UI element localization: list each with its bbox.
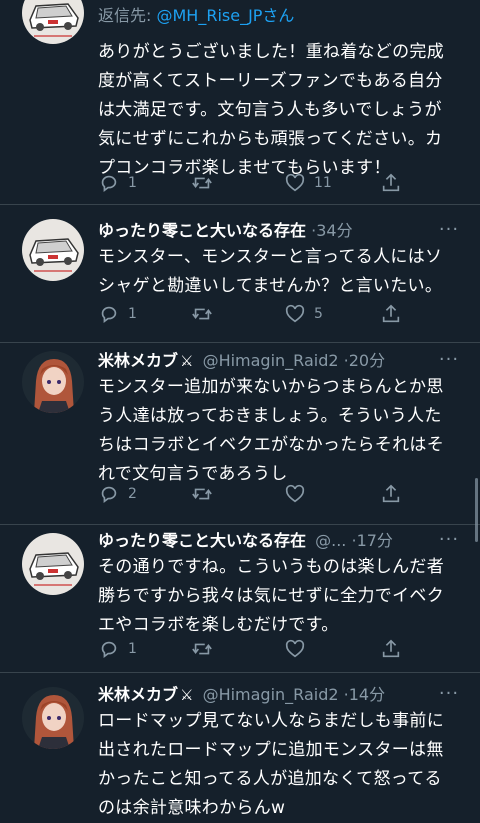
share-icon <box>382 304 400 323</box>
like-count: 5 <box>314 306 323 322</box>
heart-icon <box>285 484 305 503</box>
share-icon <box>382 484 400 503</box>
reply-to-mention-link[interactable]: @MH_Rise_JPさん <box>156 6 294 25</box>
tweet-text: モンスター追加が来ないからつまらんとか思 う人達は放っておきましょう。そういう人… <box>98 373 466 489</box>
avatar[interactable] <box>22 687 84 749</box>
retweet-button[interactable] <box>190 637 214 661</box>
tweet-actions: 2 <box>98 482 418 506</box>
reply-icon <box>101 175 117 192</box>
like-button[interactable]: 5 <box>284 302 323 326</box>
tweet-header: 米林メカブ ⚔ @Himagin_Raid2 ·14分 <box>98 683 430 707</box>
like-count: 11 <box>314 175 332 191</box>
avatar[interactable] <box>22 533 84 595</box>
reply-icon <box>101 486 117 503</box>
retweet-icon <box>192 488 212 500</box>
more-options-button[interactable]: ··· <box>436 685 462 707</box>
timestamp[interactable]: 14分 <box>349 685 385 704</box>
reply-button[interactable]: 1 <box>98 637 137 661</box>
tweet[interactable]: 米林メカブ ⚔ @Himagin_Raid2 ·20分 ··· モンスター追加が来… <box>0 343 480 525</box>
reply-icon <box>101 641 117 658</box>
avatar[interactable] <box>22 219 84 281</box>
tweet-text-line: シャゲと勘違いしてませんか？と言いたい。 <box>98 276 443 296</box>
reply-icon <box>101 306 117 323</box>
tweet-text-line: は大満足です。文句言う人も多いでしょうが <box>98 100 442 120</box>
display-name[interactable]: ゆったり零こと大いなる存在 <box>98 531 306 550</box>
share-button[interactable] <box>380 637 402 661</box>
reply-count: 1 <box>128 175 137 191</box>
reply-count: 2 <box>128 486 137 502</box>
reply-count: 1 <box>128 306 137 322</box>
tweet-text-line: う人達は放っておきましょう。そういう人た <box>98 406 442 426</box>
more-options-button[interactable]: ··· <box>436 351 462 373</box>
retweet-button[interactable] <box>190 482 214 506</box>
reply-button[interactable]: 1 <box>98 302 137 326</box>
reply-button[interactable]: 1 <box>98 171 137 195</box>
tweet-text: その通りですね。こういうものは楽しんだ者 勝ちですから我々は気にせずに全力でイベ… <box>98 553 466 640</box>
share-button[interactable] <box>380 171 402 195</box>
tweet-header: ゆったり零こと大いなる存在 @... ·17分 <box>98 529 430 553</box>
tweet-text-line: ありがとうございました！重ね着などの完成 <box>98 42 444 62</box>
retweet-icon <box>192 177 212 189</box>
tweet-text-line: モンスター追加が来ないからつまらんとか思 <box>98 377 444 397</box>
tweet-text-line: 気にせずにこれからも頑張ってください。カ <box>98 129 443 149</box>
share-button[interactable] <box>380 302 402 326</box>
reply-to-line: 返信先: @MH_Rise_JPさん <box>98 4 466 28</box>
like-button[interactable] <box>284 637 306 661</box>
tweet-text-line: 度が高くてストーリーズファンでもある自分 <box>98 71 443 91</box>
heart-icon <box>285 173 305 192</box>
tweet-text: ロードマップ見てない人ならまだしも事前に 出されたロードマップに追加モンスターは… <box>98 707 466 823</box>
user-handle[interactable]: @Himagin_Raid2 <box>203 685 339 704</box>
sword-icon: ⚔ <box>180 352 194 370</box>
tweet-text: ありがとうございました！重ね着などの完成 度が高くてストーリーズファンでもある自… <box>98 38 466 183</box>
share-button[interactable] <box>380 482 402 506</box>
tweet[interactable]: ゆったり零こと大いなる存在 ·34分 ··· モンスター、モンスターと言ってる人… <box>0 205 480 343</box>
user-handle[interactable]: @Himagin_Raid2 <box>203 351 339 370</box>
user-handle[interactable]: @... <box>315 531 346 550</box>
heart-icon <box>285 639 305 658</box>
tweet-header: ゆったり零こと大いなる存在 ·34分 <box>98 219 430 243</box>
sword-icon: ⚔ <box>180 686 194 704</box>
tweet-text-line: のは余計意味わからんw <box>98 798 286 818</box>
retweet-button[interactable] <box>190 171 214 195</box>
retweet-icon <box>192 643 212 655</box>
tweet[interactable]: ゆったり零こと大いなる存在 @... ·17分 ··· その通りですね。こういう… <box>0 525 480 673</box>
tweet[interactable]: 米林メカブ ⚔ @Himagin_Raid2 ·14分 ··· ロードマップ見てな… <box>0 673 480 818</box>
timestamp[interactable]: 34分 <box>316 221 352 240</box>
avatar[interactable] <box>22 351 84 413</box>
scrollbar-thumb[interactable] <box>475 478 478 542</box>
tweet-text-line: 勝ちですから我々は気にせずに全力でイベク <box>98 586 444 606</box>
heart-icon <box>285 304 305 323</box>
retweet-icon <box>192 308 212 320</box>
tweet-text-line: かったこと知ってる人が追加なくて怒ってる <box>98 769 442 789</box>
tweet-text-line: ちはコラボとイベクエがなかったらそれはそ <box>98 435 444 455</box>
avatar[interactable] <box>22 0 84 44</box>
tweet-actions: 1 <box>98 637 418 661</box>
timestamp[interactable]: 20分 <box>349 351 385 370</box>
reply-to-prefix: 返信先: <box>98 6 157 25</box>
more-options-button[interactable]: ··· <box>436 221 462 243</box>
tweet-text: モンスター、モンスターと言ってる人にはソ シャゲと勘違いしてませんか？と言いたい… <box>98 243 466 301</box>
timestamp[interactable]: 17分 <box>357 531 393 550</box>
tweet-text-line: モンスター、モンスターと言ってる人にはソ <box>98 247 443 267</box>
tweet-actions: 1 5 <box>98 302 418 326</box>
display-name[interactable]: ゆったり零こと大いなる存在 <box>98 221 306 240</box>
tweet-text-line: 出されたロードマップに追加モンスターは無 <box>98 740 444 760</box>
reply-button[interactable]: 2 <box>98 482 137 506</box>
reply-count: 1 <box>128 641 137 657</box>
tweet-text-line: エやコラボを楽しむだけです。 <box>98 615 339 635</box>
tweet[interactable]: 返信先: @MH_Rise_JPさん ありがとうございました！重ね着などの完成 … <box>0 0 480 205</box>
more-options-button[interactable]: ··· <box>436 531 462 553</box>
like-button[interactable]: 11 <box>284 171 332 195</box>
tweet-header: 米林メカブ ⚔ @Himagin_Raid2 ·20分 <box>98 349 430 373</box>
display-name[interactable]: 米林メカブ <box>98 351 178 370</box>
tweet-feed: 返信先: @MH_Rise_JPさん ありがとうございました！重ね着などの完成 … <box>0 0 480 818</box>
tweet-text-line: その通りですね。こういうものは楽しんだ者 <box>98 557 444 577</box>
share-icon <box>382 173 400 192</box>
like-button[interactable] <box>284 482 306 506</box>
share-icon <box>382 639 400 658</box>
tweet-text-line: ロードマップ見てない人ならまだしも事前に <box>98 711 444 731</box>
retweet-button[interactable] <box>190 302 214 326</box>
tweet-actions: 1 11 <box>98 171 418 195</box>
display-name[interactable]: 米林メカブ <box>98 685 178 704</box>
